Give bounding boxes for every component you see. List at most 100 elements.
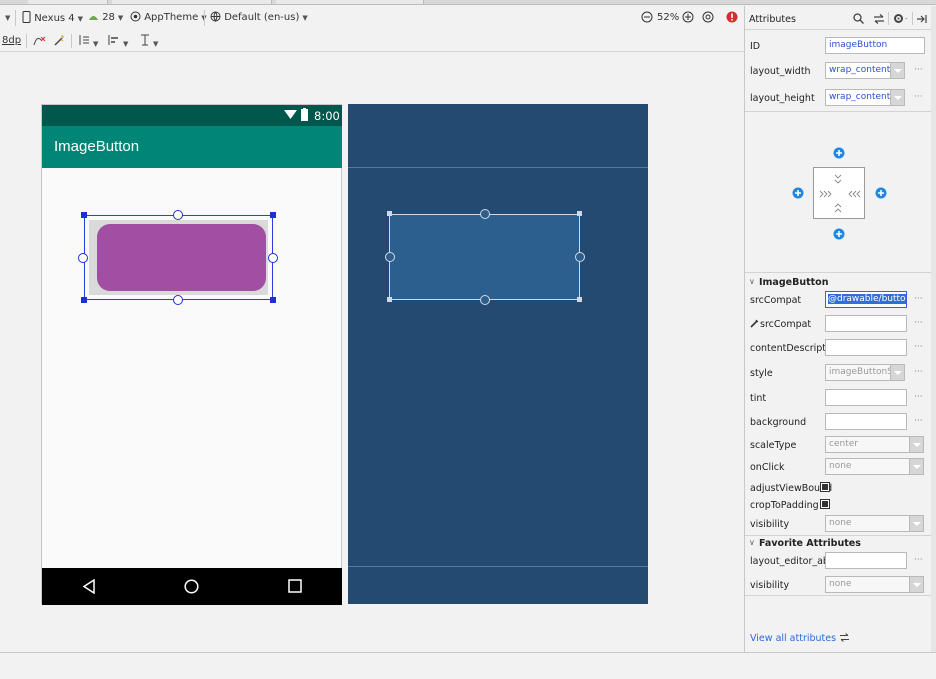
attributes-panel: Attributes - ID imageButton layout_width… xyxy=(744,6,932,652)
design-surface-phone[interactable]: 8:00 ImageButton xyxy=(41,104,342,605)
gear-icon[interactable] xyxy=(893,13,904,24)
panel-scrollbar[interactable] xyxy=(931,6,936,652)
error-icon xyxy=(726,11,738,23)
default-margin-selector[interactable]: 8dp xyxy=(2,34,21,48)
hide-panel-icon[interactable] xyxy=(917,14,927,24)
more-options-icon[interactable]: ··· xyxy=(914,392,923,402)
tint-field[interactable] xyxy=(825,389,907,406)
resize-handle[interactable] xyxy=(81,297,87,303)
style-select[interactable]: imageButtonSt xyxy=(825,364,905,381)
constraint-widget-arrows xyxy=(819,174,861,213)
more-options-icon[interactable]: ··· xyxy=(914,65,923,75)
layout-height-value: wrap_content xyxy=(829,92,891,102)
constraint-anchor-top[interactable] xyxy=(173,210,183,220)
croptopadding-checkbox[interactable] xyxy=(820,499,830,509)
guidelines-dropdown[interactable]: ▼ xyxy=(78,34,98,48)
chevron-down-icon[interactable] xyxy=(890,63,904,78)
error-warning-button[interactable] xyxy=(726,11,738,25)
blueprint-handle[interactable] xyxy=(387,211,392,216)
more-options-icon[interactable]: ··· xyxy=(914,416,923,426)
section-favorite-title[interactable]: Favorite Attributes xyxy=(759,538,861,549)
swap-icon[interactable] xyxy=(873,14,885,24)
clear-constraints-button[interactable] xyxy=(33,34,46,48)
blueprint-image-button[interactable] xyxy=(389,214,580,300)
gear-dropdown-caret[interactable]: - xyxy=(905,15,908,23)
baseline-dropdown[interactable]: ▼ xyxy=(140,34,158,48)
zoom-out-button[interactable] xyxy=(641,11,653,25)
theme-selector[interactable]: AppTheme▼ xyxy=(130,11,207,25)
constraint-anchor-bottom[interactable] xyxy=(173,295,183,305)
design-surface-blueprint[interactable] xyxy=(348,104,648,604)
zoom-to-fit-button[interactable] xyxy=(702,11,714,25)
blueprint-handle[interactable] xyxy=(577,211,582,216)
more-options-icon[interactable]: ··· xyxy=(914,318,923,328)
fav-visibility-select[interactable]: none xyxy=(825,576,924,593)
blueprint-anchor-top[interactable] xyxy=(480,209,490,219)
view-all-attributes-link[interactable]: View all attributes xyxy=(750,633,850,644)
api-level-selector[interactable]: 28 ▼ xyxy=(88,11,123,25)
chevron-down-icon[interactable] xyxy=(909,577,923,592)
editor-tab[interactable] xyxy=(28,0,108,4)
blueprint-handle[interactable] xyxy=(387,297,392,302)
style-value: imageButtonSt xyxy=(829,367,897,377)
locale-label: Default (en-us) xyxy=(224,12,300,23)
adjustviewbounds-checkbox[interactable] xyxy=(820,482,830,492)
editor-tab[interactable] xyxy=(276,0,424,4)
chevron-down-icon[interactable] xyxy=(890,90,904,105)
add-constraint-left-icon[interactable] xyxy=(792,187,804,199)
constraint-widget[interactable] xyxy=(813,167,865,219)
globe-icon xyxy=(210,11,221,22)
blueprint-handle[interactable] xyxy=(577,297,582,302)
blueprint-anchor-right[interactable] xyxy=(575,252,585,262)
attr-label-style: style xyxy=(750,368,773,379)
tools-srccompat-field[interactable] xyxy=(825,315,907,332)
image-button-selection[interactable] xyxy=(84,215,273,300)
constraint-anchor-left[interactable] xyxy=(78,253,88,263)
image-button[interactable] xyxy=(89,220,268,295)
blueprint-anchor-bottom[interactable] xyxy=(480,295,490,305)
add-constraint-bottom-icon[interactable] xyxy=(833,228,845,240)
srccompat-field[interactable]: @drawable/button1 xyxy=(825,291,907,308)
resize-handle[interactable] xyxy=(270,297,276,303)
visibility-select[interactable]: none xyxy=(825,515,924,532)
editor-tab[interactable] xyxy=(112,0,272,4)
layout-height-select[interactable]: wrap_content xyxy=(825,89,905,106)
infer-constraints-button[interactable] xyxy=(53,34,65,48)
more-options-icon[interactable]: ··· xyxy=(914,367,923,377)
align-dropdown[interactable]: ▼ xyxy=(108,34,128,48)
more-options-icon[interactable]: ··· xyxy=(914,92,923,102)
chevron-down-icon[interactable] xyxy=(890,365,904,380)
search-icon[interactable] xyxy=(853,13,864,24)
orientation-dropdown[interactable]: ▼ xyxy=(2,11,10,25)
design-toolbar: ▼ Nexus 4▼ 28▼ AppTheme▼ Default (en-us)… xyxy=(0,6,744,30)
chevron-down-icon[interactable] xyxy=(909,516,923,531)
device-selector[interactable]: Nexus 4 ▼ xyxy=(22,11,83,25)
resize-handle[interactable] xyxy=(270,212,276,218)
scaletype-select[interactable]: center xyxy=(825,436,924,453)
id-field[interactable]: imageButton xyxy=(825,37,925,54)
blueprint-navbar-line xyxy=(348,566,648,567)
chevron-down-icon[interactable] xyxy=(909,459,923,474)
zoom-in-button[interactable] xyxy=(682,11,694,25)
contentdescription-field[interactable] xyxy=(825,339,907,356)
background-field[interactable] xyxy=(825,413,907,430)
collapse-arrow-icon[interactable]: ∨ xyxy=(749,277,755,286)
section-imagebutton-title[interactable]: ImageButton xyxy=(759,277,828,288)
blueprint-anchor-left[interactable] xyxy=(385,252,395,262)
add-constraint-top-icon[interactable] xyxy=(833,147,845,159)
more-options-icon[interactable]: ··· xyxy=(914,294,923,304)
attributes-header: Attributes - xyxy=(745,6,932,30)
layout-editor-absolute-field[interactable] xyxy=(825,552,907,569)
constraint-anchor-right[interactable] xyxy=(268,253,278,263)
layout-width-select[interactable]: wrap_content xyxy=(825,62,905,79)
theme-label: AppTheme xyxy=(144,12,199,23)
locale-selector[interactable]: Default (en-us) ▼ xyxy=(210,11,308,25)
chevron-down-icon[interactable] xyxy=(909,437,923,452)
add-constraint-right-icon[interactable] xyxy=(875,187,887,199)
more-options-icon[interactable]: ··· xyxy=(914,342,923,352)
text-baseline-icon xyxy=(141,34,149,46)
collapse-arrow-icon[interactable]: ∨ xyxy=(749,538,755,547)
resize-handle[interactable] xyxy=(81,212,87,218)
more-options-icon[interactable]: ··· xyxy=(914,555,923,565)
onclick-select[interactable]: none xyxy=(825,458,924,475)
